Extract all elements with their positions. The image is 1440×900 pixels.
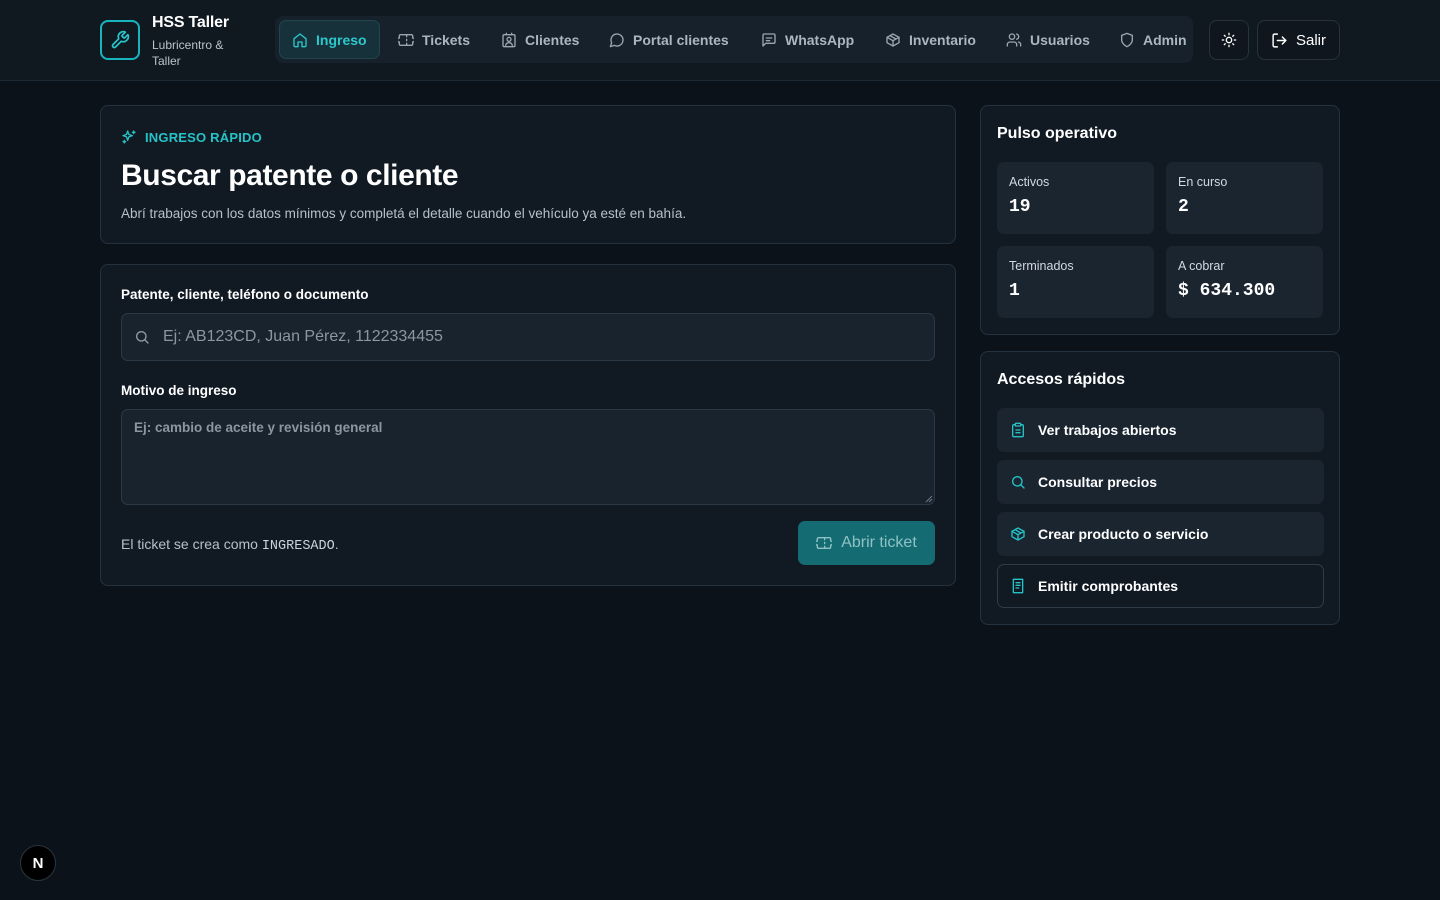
stat-label: Activos bbox=[1009, 175, 1050, 189]
nav-item-portal-clientes[interactable]: Portal clientes bbox=[596, 20, 742, 59]
nav-item-ingreso[interactable]: Ingreso bbox=[279, 20, 380, 59]
logout-button[interactable]: Salir bbox=[1257, 20, 1340, 60]
quick-item-label: Consultar precios bbox=[1038, 474, 1158, 490]
nav-item-label: Ingreso bbox=[316, 31, 367, 48]
resize-grip-icon[interactable] bbox=[925, 495, 933, 503]
eyebrow-label: INGRESO RÁPIDO bbox=[145, 129, 262, 145]
search-input[interactable] bbox=[163, 328, 923, 346]
nav-item-label: Admin bbox=[1143, 31, 1187, 48]
home-icon bbox=[292, 32, 308, 48]
wrench-logo-icon[interactable] bbox=[100, 20, 140, 60]
quick-item-create-product[interactable]: Crear producto o servicio bbox=[997, 512, 1324, 556]
quick-access-title: Accesos rápidos bbox=[997, 371, 1126, 388]
nav-item-label: WhatsApp bbox=[785, 31, 855, 48]
quick-entry-hero: INGRESO RÁPIDO Buscar patente o cliente … bbox=[100, 105, 956, 244]
stat-terminados[interactable]: Terminados 1 bbox=[997, 246, 1154, 318]
theme-toggle-button[interactable] bbox=[1209, 20, 1249, 60]
stat-value: 19 bbox=[1009, 197, 1031, 217]
shield-icon bbox=[1119, 32, 1135, 48]
logout-label: Salir bbox=[1295, 31, 1326, 49]
nav-item-inventario[interactable]: Inventario bbox=[872, 20, 989, 59]
nav-item-whatsapp[interactable]: WhatsApp bbox=[748, 20, 867, 59]
top-navigation-bar: HSS Taller Lubricentro & Taller Ingreso … bbox=[0, 0, 1440, 81]
message-square-icon bbox=[761, 32, 777, 48]
quick-item-check-prices[interactable]: Consultar precios bbox=[997, 460, 1324, 504]
package-icon bbox=[1010, 526, 1026, 542]
sun-icon bbox=[1221, 32, 1237, 48]
open-ticket-label: Abrir ticket bbox=[841, 534, 917, 551]
stat-value: 1 bbox=[1009, 281, 1020, 301]
main-nav: Ingreso Tickets Clientes Portal clientes… bbox=[275, 16, 1193, 63]
note-prefix: El ticket se crea como bbox=[121, 536, 262, 552]
quick-item-open-jobs[interactable]: Ver trabajos abiertos bbox=[997, 408, 1324, 452]
logout-icon bbox=[1271, 32, 1288, 49]
open-ticket-button[interactable]: Abrir ticket bbox=[798, 521, 935, 565]
quick-access-panel: Accesos rápidos Ver trabajos abiertos Co… bbox=[980, 351, 1340, 625]
chat-bubble-icon bbox=[609, 32, 625, 48]
nav-item-usuarios[interactable]: Usuarios bbox=[993, 20, 1103, 59]
stat-en-curso[interactable]: En curso 2 bbox=[1166, 162, 1323, 234]
quick-item-label: Crear producto o servicio bbox=[1038, 526, 1209, 542]
reason-textarea[interactable] bbox=[121, 409, 935, 505]
nav-item-admin[interactable]: Admin bbox=[1106, 20, 1200, 59]
page-title: Buscar patente o cliente bbox=[121, 159, 459, 192]
stat-a-cobrar[interactable]: A cobrar $ 634.300 bbox=[1166, 246, 1323, 318]
search-field[interactable] bbox=[121, 313, 935, 361]
eyebrow: INGRESO RÁPIDO bbox=[121, 129, 262, 145]
clipboard-icon bbox=[1010, 422, 1026, 438]
receipt-icon bbox=[1010, 578, 1026, 594]
package-icon bbox=[885, 32, 901, 48]
search-icon bbox=[134, 329, 150, 345]
contact-icon bbox=[501, 32, 517, 48]
page-description: Abrí trabajos con los datos mínimos y co… bbox=[121, 206, 687, 221]
status-code: INGRESADO bbox=[261, 539, 335, 554]
ticket-status-note: El ticket se crea como INGRESADO. bbox=[121, 536, 339, 554]
nav-item-label: Usuarios bbox=[1030, 31, 1090, 48]
stat-value: $ 634.300 bbox=[1178, 281, 1276, 301]
note-suffix: . bbox=[334, 536, 339, 552]
ticket-icon bbox=[816, 535, 833, 551]
nav-item-label: Clientes bbox=[525, 31, 580, 48]
nav-item-label: Inventario bbox=[909, 31, 976, 48]
quick-item-label: Emitir comprobantes bbox=[1038, 578, 1179, 594]
brand-subtitle: Lubricentro & Taller bbox=[152, 38, 224, 68]
search-icon bbox=[1010, 474, 1026, 490]
nav-item-label: Portal clientes bbox=[633, 31, 729, 48]
reason-field-label: Motivo de ingreso bbox=[121, 383, 237, 398]
ticket-icon bbox=[398, 32, 414, 48]
quick-item-label: Ver trabajos abiertos bbox=[1038, 422, 1177, 438]
operational-pulse-panel: Pulso operativo Activos 19 En curso 2 Te… bbox=[980, 105, 1340, 335]
stat-value: 2 bbox=[1178, 197, 1189, 217]
search-field-label: Patente, cliente, teléfono o documento bbox=[121, 287, 369, 302]
stat-label: Terminados bbox=[1009, 259, 1074, 273]
pulse-title: Pulso operativo bbox=[997, 125, 1118, 142]
brand-name: HSS Taller bbox=[152, 14, 229, 31]
stat-activos[interactable]: Activos 19 bbox=[997, 162, 1154, 234]
stat-label: A cobrar bbox=[1178, 259, 1225, 273]
quick-item-issue-receipts[interactable]: Emitir comprobantes bbox=[997, 564, 1324, 608]
ticket-entry-form: Patente, cliente, teléfono o documento M… bbox=[100, 264, 956, 586]
sparkles-icon bbox=[121, 129, 137, 145]
users-icon bbox=[1006, 32, 1022, 48]
nav-item-tickets[interactable]: Tickets bbox=[385, 20, 483, 59]
stat-label: En curso bbox=[1178, 175, 1228, 189]
nav-item-clientes[interactable]: Clientes bbox=[488, 20, 592, 59]
nav-item-label: Tickets bbox=[422, 31, 470, 48]
dev-tools-badge[interactable]: N bbox=[20, 845, 56, 881]
